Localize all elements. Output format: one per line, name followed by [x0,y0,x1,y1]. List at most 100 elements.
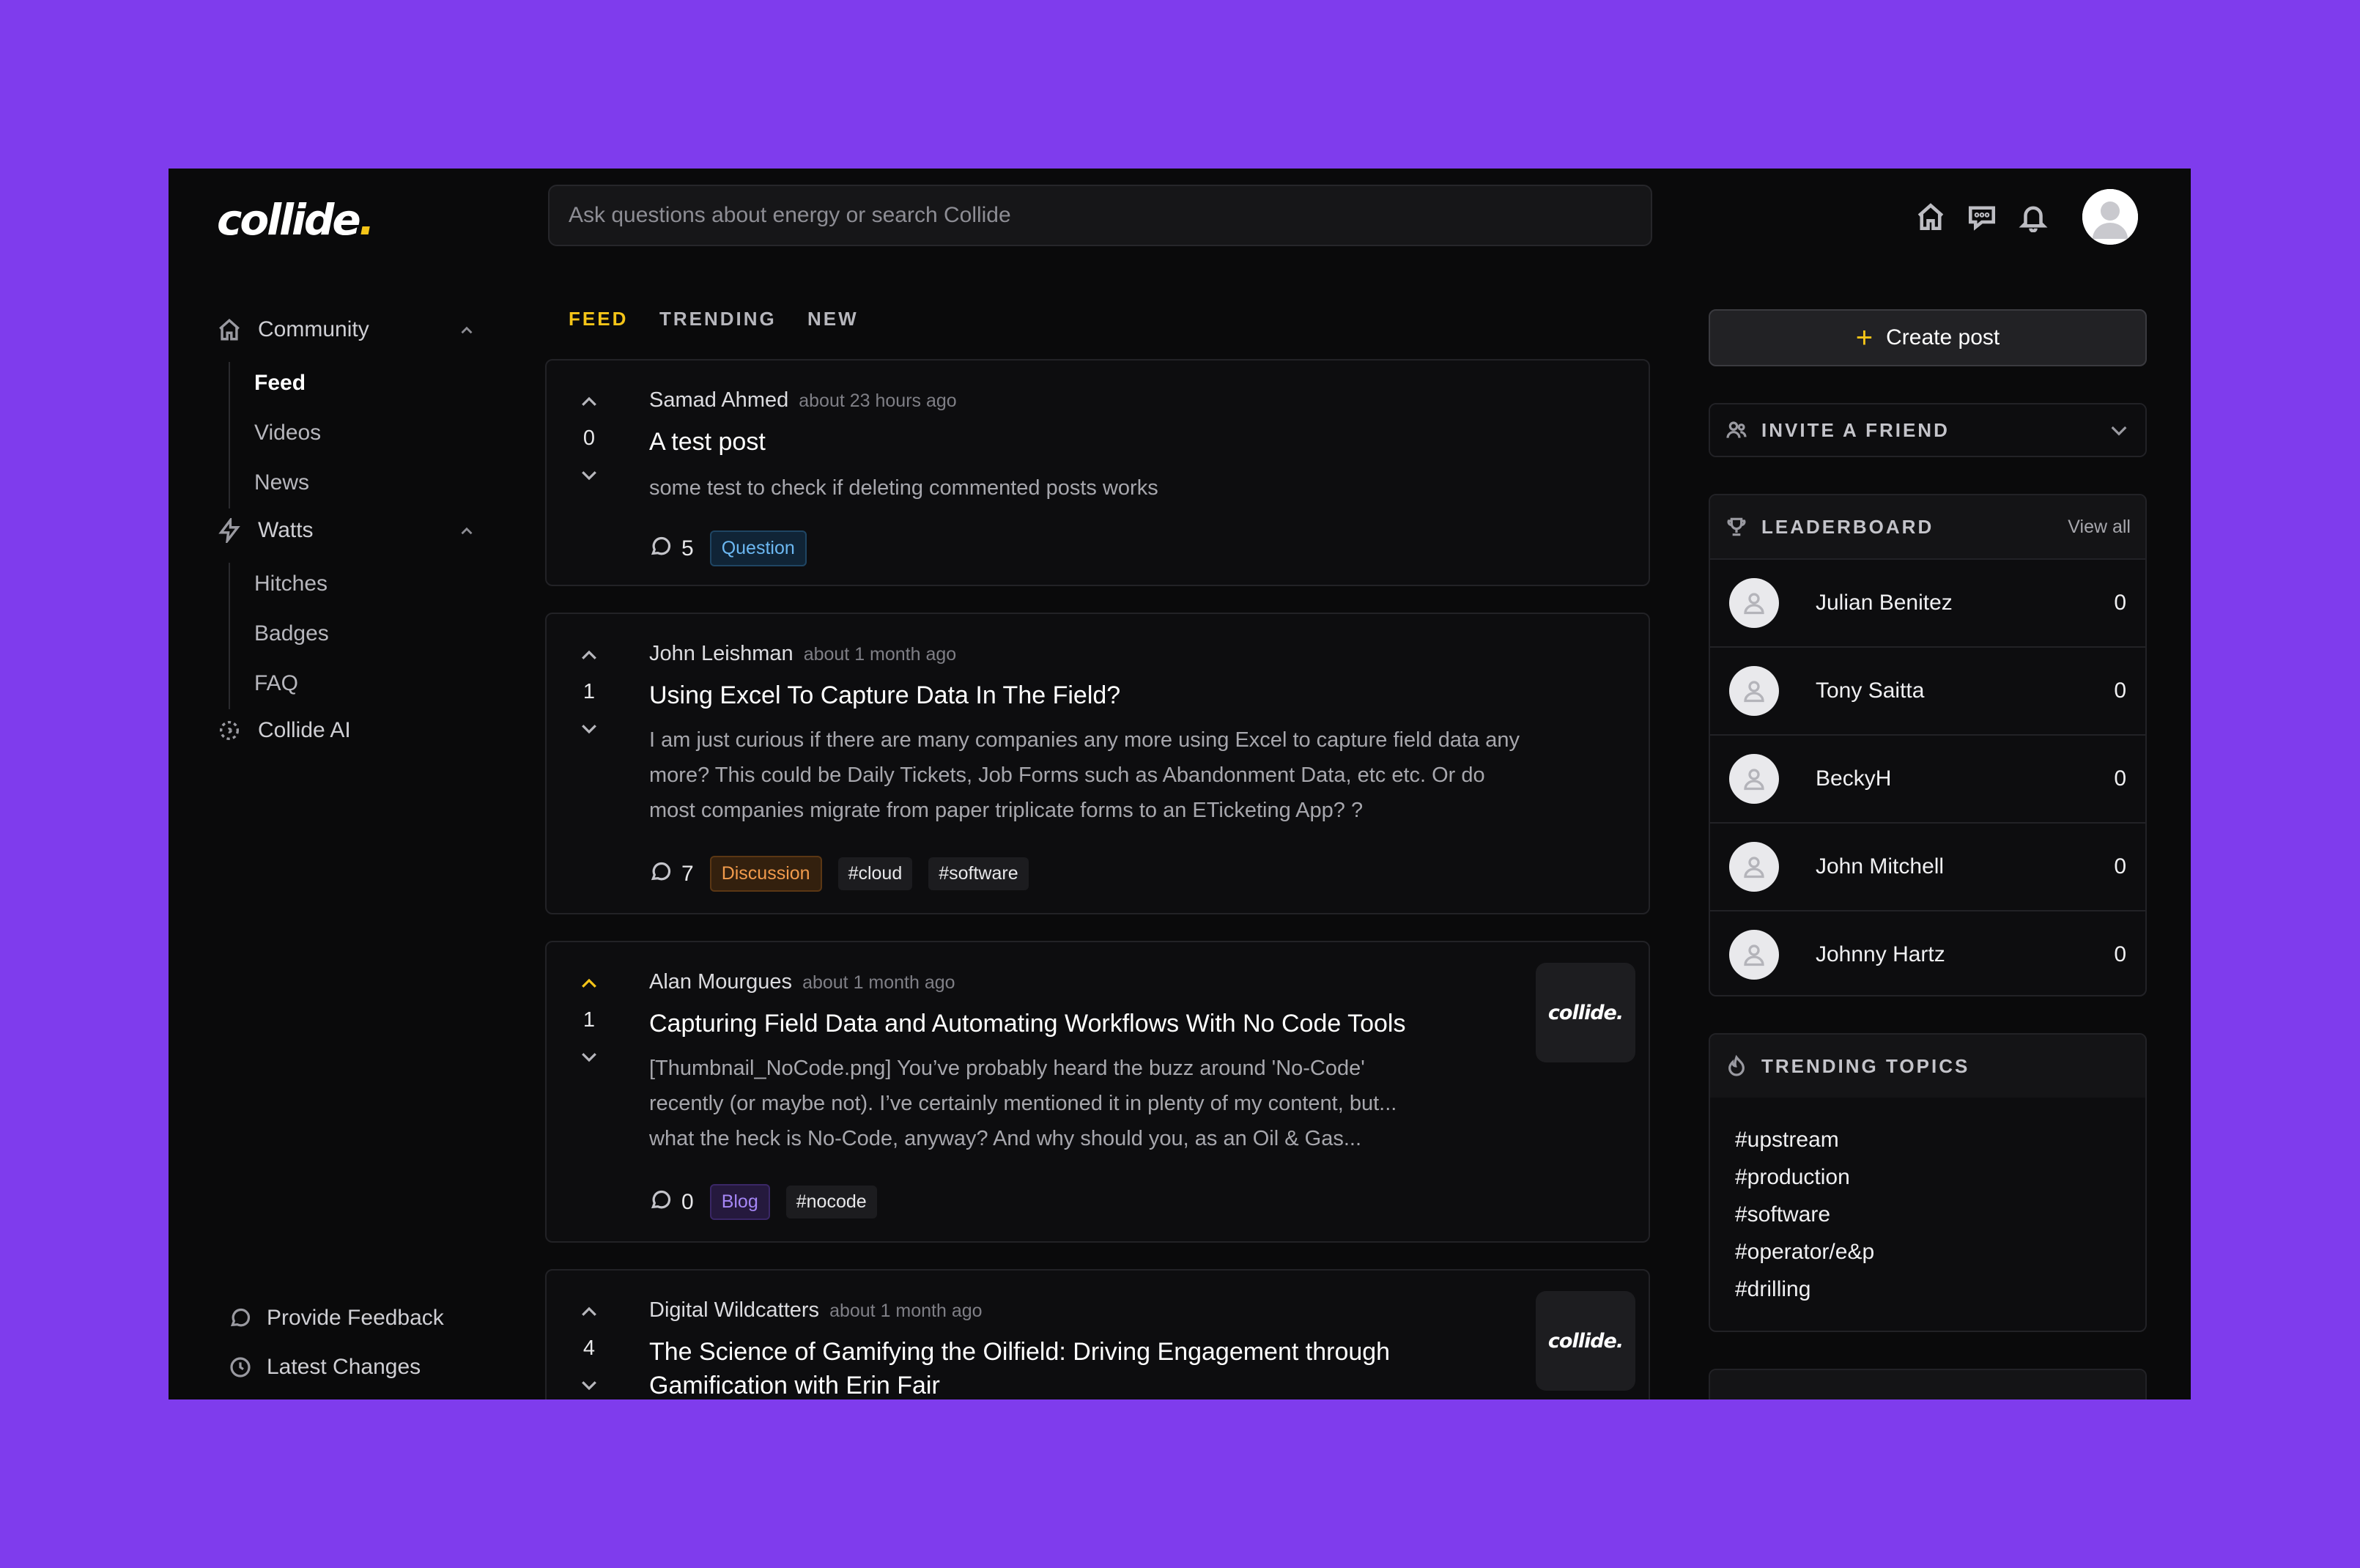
post-title[interactable]: Capturing Field Data and Automating Work… [649,1007,1405,1040]
view-all-link[interactable]: View all [2068,517,2131,538]
upvote-icon[interactable] [578,973,600,995]
vote-count: 1 [582,1008,596,1032]
tag-blog[interactable]: Blog [709,1184,770,1220]
vote-count: 0 [582,426,596,450]
post-card[interactable]: 4 Digital Wildcatters about 1 month ago T… [545,1269,1650,1399]
post-body-line: recently (or maybe not). I’ve certainly … [649,1092,1397,1115]
upvote-icon[interactable] [578,391,600,413]
leaderboard-score: 0 [2114,591,2126,615]
plus-icon: + [1855,322,1873,354]
bell-icon[interactable] [2017,201,2049,233]
trophy-icon [1727,517,1746,536]
topic-link[interactable]: #production [1735,1158,2120,1196]
chevron-up-icon[interactable] [457,522,476,541]
sidebar-divider [229,563,230,709]
thumbnail-logo: collide. [1547,1329,1624,1353]
invite-friend-header[interactable]: INVITE A FRIEND [1710,404,2145,456]
sidebar-watts[interactable]: Watts [217,518,314,543]
sidebar-collide-ai[interactable]: Collide AI [217,718,351,743]
post-author[interactable]: Alan Mourgues [649,970,792,994]
post-title[interactable]: A test post [649,425,766,459]
post-footer: 5 Question [649,530,823,566]
comment-icon[interactable] [649,535,673,562]
leaderboard-row[interactable]: Julian Benitez 0 [1710,558,2145,646]
topic-link[interactable]: #drilling [1735,1271,2120,1308]
tag-software[interactable]: #software [928,857,1029,890]
trending-topics-list: #upstream #production #software #operato… [1710,1098,2145,1331]
downvote-icon[interactable] [578,1374,600,1396]
tag-discussion[interactable]: Discussion [709,856,822,892]
sidebar-item-feed[interactable]: Feed [254,371,306,396]
create-post-label: Create post [1886,325,2000,350]
chevron-up-icon[interactable] [457,321,476,340]
tab-feed[interactable]: FEED [569,308,628,330]
tag-question[interactable]: Question [709,530,807,566]
post-body-line: more? This could be Daily Tickets, Job F… [649,763,1485,787]
post-thumbnail[interactable]: collide. [1536,1291,1635,1391]
downvote-icon[interactable] [578,1046,600,1068]
post-time: about 1 month ago [802,972,955,993]
app-window: collide. Community Feed Videos News Watt… [169,169,2191,1399]
clock-icon [230,1357,251,1377]
invite-friend-dropdown[interactable]: INVITE A FRIEND [1709,403,2147,457]
upvote-icon[interactable] [578,1301,600,1323]
post-body-line: what the heck is No-Code, anyway? And wh… [649,1127,1362,1150]
search-input[interactable] [569,203,1632,228]
post-card[interactable]: 0 Samad Ahmed about 23 hours ago A test p… [545,359,1650,586]
avatar [1729,666,1779,716]
post-author[interactable]: John Leishman [649,642,794,665]
home-icon[interactable] [1915,201,1947,233]
comment-icon[interactable] [649,1188,673,1216]
tab-new[interactable]: NEW [807,308,859,330]
sidebar-community[interactable]: Community [217,317,369,342]
user-avatar[interactable] [2082,189,2138,245]
post-card[interactable]: 1 John Leishman about 1 month ago Using E… [545,613,1650,914]
provide-feedback-label: Provide Feedback [267,1306,444,1330]
sidebar-item-faq[interactable]: FAQ [254,671,298,696]
trending-topics-panel: TRENDING TOPICS #upstream #production #s… [1709,1033,2147,1332]
post-title[interactable]: Using Excel To Capture Data In The Field… [649,678,1120,712]
leaderboard-row[interactable]: Johnny Hartz 0 [1710,910,2145,995]
tag-cloud[interactable]: #cloud [837,857,913,890]
downvote-icon[interactable] [578,464,600,486]
post-title-line: The Science of Gamifying the Oilfield: D… [649,1338,1391,1366]
leaderboard-row[interactable]: Tony Saitta 0 [1710,646,2145,734]
trending-topics-title: TRENDING TOPICS [1761,1054,1970,1077]
create-post-button[interactable]: + Create post [1709,309,2147,366]
sidebar-item-news[interactable]: News [254,470,309,495]
sidebar-item-hitches[interactable]: Hitches [254,572,328,596]
avatar [1729,754,1779,804]
topic-link[interactable]: #software [1735,1196,2120,1233]
vote-control: 0 [569,391,610,486]
latest-changes-link[interactable]: Latest Changes [229,1355,421,1380]
search-bar[interactable] [548,185,1652,246]
vote-control: 4 [569,1301,610,1396]
post-title[interactable]: The Science of Gamifying the Oilfield: D… [649,1335,1390,1399]
chat-icon[interactable] [1966,201,1998,233]
downvote-icon[interactable] [578,717,600,739]
sidebar-item-badges[interactable]: Badges [254,621,329,646]
leaderboard-name: Julian Benitez [1816,591,1953,615]
leaderboard-row[interactable]: John Mitchell 0 [1710,822,2145,910]
tag-nocode[interactable]: #nocode [785,1186,877,1218]
collide-logo[interactable]: collide. [217,195,375,245]
topic-link[interactable]: #operator/e&p [1735,1233,2120,1271]
post-thumbnail[interactable]: collide. [1536,963,1635,1062]
sidebar-item-videos[interactable]: Videos [254,421,321,445]
home-icon [219,318,240,341]
tab-trending[interactable]: TRENDING [659,308,777,330]
sidebar-community-label: Community [258,317,369,341]
post-author[interactable]: Digital Wildcatters [649,1298,819,1322]
topic-link[interactable]: #upstream [1735,1121,2120,1158]
comment-icon[interactable] [649,860,673,887]
post-card[interactable]: 1 Alan Mourgues about 1 month ago Capturi… [545,941,1650,1243]
leaderboard-row[interactable]: BeckyH 0 [1710,734,2145,822]
post-author[interactable]: Samad Ahmed [649,388,788,412]
sidebar-collide-ai-label: Collide AI [258,718,351,742]
leaderboard-header: LEADERBOARD View all [1710,495,2145,558]
post-meta: Samad Ahmed about 23 hours ago [649,388,957,413]
upvote-icon[interactable] [578,645,600,667]
users-icon [1726,421,1747,438]
leaderboard-name: BeckyH [1816,766,1892,791]
provide-feedback-link[interactable]: Provide Feedback [229,1306,444,1331]
